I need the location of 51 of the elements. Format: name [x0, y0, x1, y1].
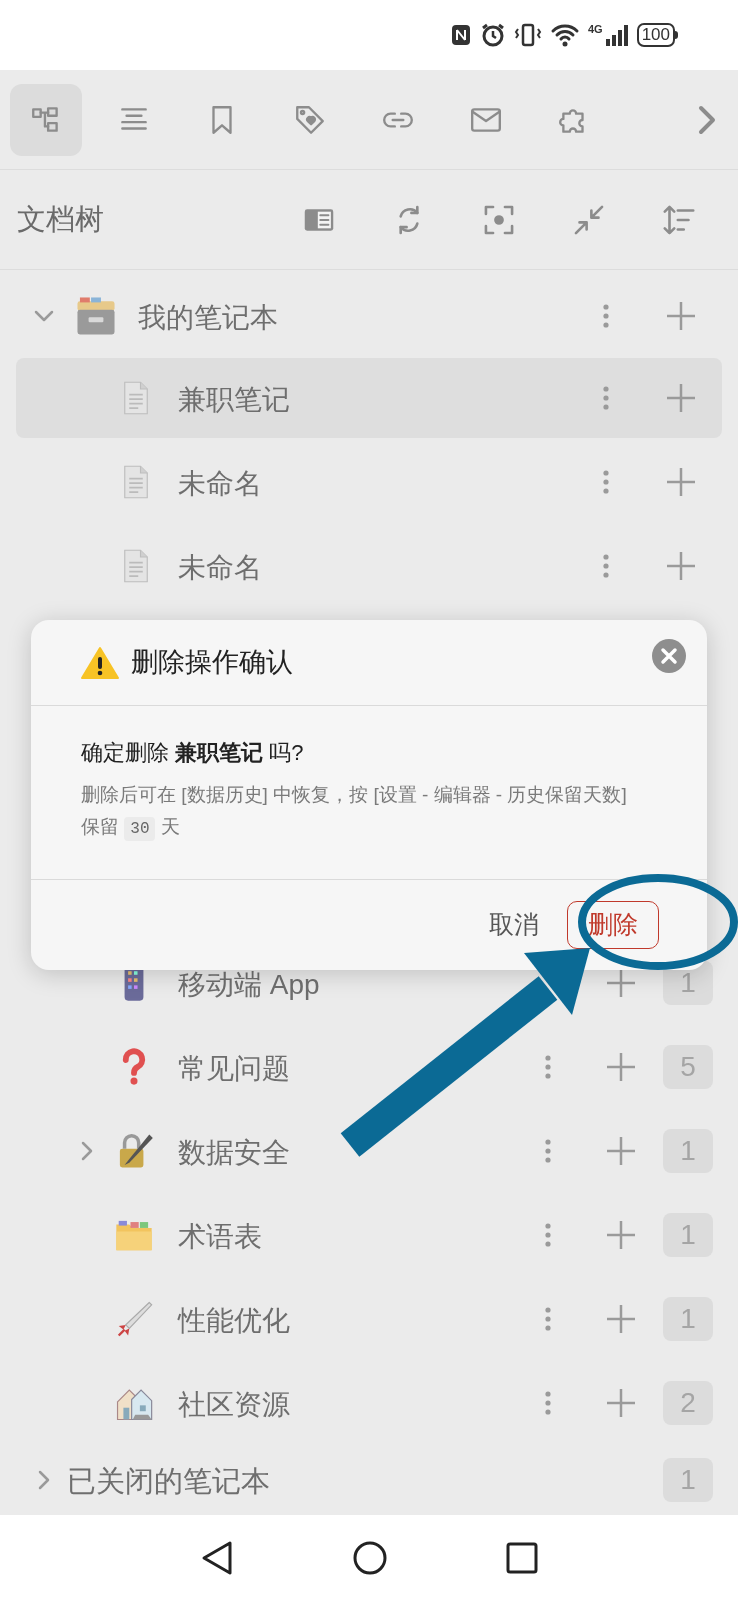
- document-label: 未命名: [178, 551, 262, 585]
- notebook-label[interactable]: 我的笔记本: [138, 297, 278, 339]
- more-icon[interactable]: [544, 1222, 552, 1248]
- add-icon[interactable]: [665, 466, 697, 498]
- more-icon[interactable]: [544, 1054, 552, 1080]
- more-icon[interactable]: [602, 469, 610, 495]
- toolbar-tab[interactable]: [10, 83, 82, 156]
- close-icon[interactable]: [651, 637, 687, 674]
- add-icon[interactable]: [605, 1387, 637, 1419]
- add-icon[interactable]: [665, 550, 697, 582]
- closed-notebooks-label[interactable]: 已关闭的笔记本: [67, 1460, 270, 1504]
- add-icon[interactable]: [665, 382, 697, 414]
- add-icon[interactable]: [665, 300, 697, 332]
- more-icon[interactable]: [544, 1138, 552, 1164]
- vibrate-icon: [513, 22, 542, 48]
- add-icon[interactable]: [605, 1051, 637, 1083]
- more-icon[interactable]: [544, 1306, 552, 1332]
- battery-indicator: 100: [636, 23, 678, 47]
- document-label[interactable]: 术语表: [178, 1216, 262, 1258]
- add-icon[interactable]: [605, 1219, 637, 1251]
- dialog-note: 删除后可在 [数据历史] 中恢复，按 [设置 - 编辑器 - 历史保留天数] 保留 30 天: [81, 779, 636, 845]
- cabinet-icon: [75, 296, 117, 336]
- document-label[interactable]: 性能优化: [178, 1300, 290, 1342]
- wifi-icon: [549, 22, 580, 48]
- back-icon[interactable]: [200, 1539, 234, 1576]
- dialog-title: 删除操作确认: [131, 646, 293, 680]
- document-label: 兼职笔记: [178, 383, 290, 417]
- more-icon[interactable]: [602, 553, 610, 579]
- warning-icon: [81, 645, 119, 680]
- nfc-icon: [449, 23, 472, 47]
- cancel-button[interactable]: 取消: [483, 902, 545, 948]
- signal-icon: [604, 23, 629, 47]
- network-label: 4G: [587, 21, 603, 37]
- dialog-question: 确定删除 兼职笔记 吗?: [81, 739, 305, 767]
- document-label[interactable]: 数据安全: [178, 1132, 290, 1174]
- more-icon[interactable]: [602, 385, 610, 411]
- more-icon[interactable]: [602, 303, 610, 329]
- tree-item[interactable]: 兼职笔记: [16, 358, 722, 438]
- recents-icon[interactable]: [506, 1541, 538, 1574]
- document-label[interactable]: 社区资源: [178, 1384, 290, 1426]
- home-icon[interactable]: [352, 1539, 388, 1576]
- add-icon[interactable]: [605, 967, 637, 999]
- document-label: 未命名: [178, 467, 262, 501]
- panel-title: 文档树: [17, 201, 104, 237]
- alarm-icon: [479, 22, 506, 48]
- tree-item[interactable]: 未命名: [16, 442, 722, 522]
- add-icon[interactable]: [605, 1303, 637, 1335]
- add-icon[interactable]: [605, 1135, 637, 1167]
- more-icon[interactable]: [544, 1390, 552, 1416]
- document-label[interactable]: 常见问题: [178, 1048, 290, 1090]
- tree-item[interactable]: 未命名: [16, 526, 722, 606]
